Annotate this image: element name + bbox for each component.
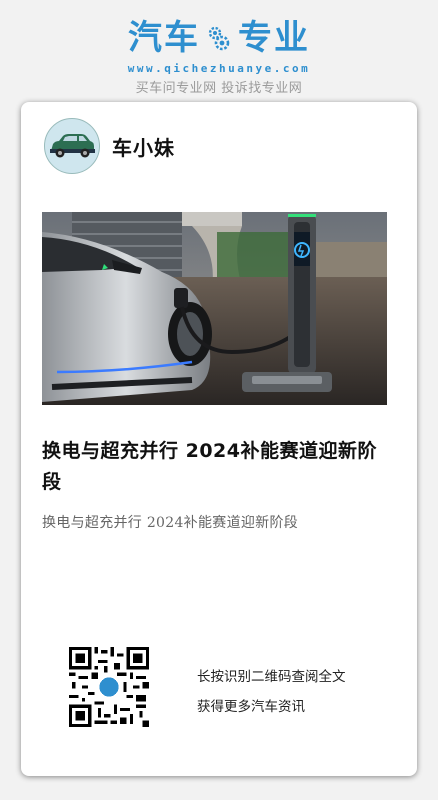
hero-image[interactable] — [42, 212, 387, 405]
article-title[interactable]: 换电与超充并行 2024补能赛道迎新阶段 — [42, 436, 382, 498]
author-row: 车小妹 — [44, 118, 175, 174]
brand-name-left: 汽车 — [128, 18, 200, 58]
cta-line-2: 获得更多汽车资讯 — [197, 699, 305, 715]
brand-name-right: 专业 — [238, 18, 310, 58]
qr-call-to-action: 长按识别二维码查阅全文 获得更多汽车资讯 — [197, 662, 346, 722]
author-name: 车小妹 — [112, 135, 175, 160]
brand-url: www.qichezhuanye.com — [127, 62, 311, 75]
avatar — [44, 118, 100, 174]
brand-logo: 汽车 专业 — [0, 16, 438, 60]
qr-code-icon[interactable] — [69, 647, 149, 727]
brand-tagline: 买车问专业网 投诉找专业网 — [135, 81, 303, 96]
article-card[interactable]: 车小妹 换电与超充并行 2024补能赛道迎新阶段 换电与超充并行 2024补能赛… — [21, 102, 417, 776]
article-summary: 换电与超充并行 2024补能赛道迎新阶段 — [42, 515, 299, 531]
brand-header: 汽车 专业 www.qichezhuanye.com 买车问专业网 投诉找专业网 — [0, 16, 438, 96]
car-icon — [50, 134, 95, 158]
gear-icon — [208, 26, 230, 51]
electric-car-charging-illustration — [42, 212, 387, 405]
cta-line-1: 长按识别二维码查阅全文 — [197, 669, 346, 685]
